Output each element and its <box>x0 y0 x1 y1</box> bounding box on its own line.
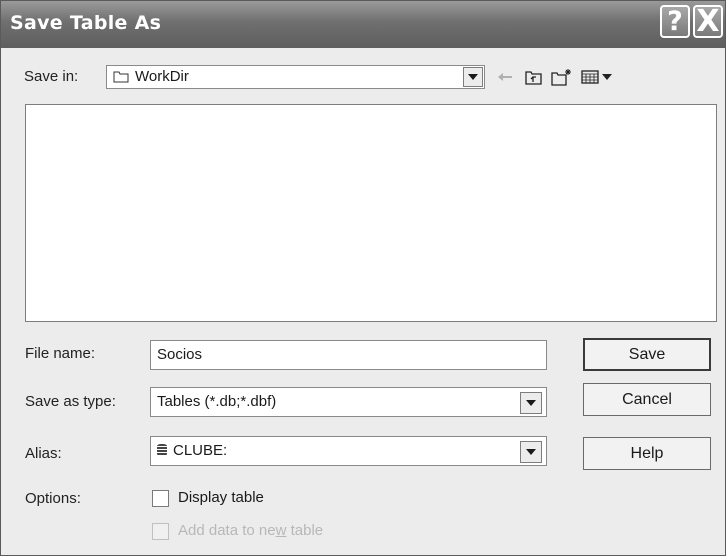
file-name-label: File name: <box>25 345 96 362</box>
save-as-type-label: Save as type: <box>25 393 116 410</box>
chevron-down-icon[interactable] <box>520 441 542 463</box>
title-bar[interactable]: Save Table As ? X <box>1 1 725 48</box>
display-table-checkbox[interactable] <box>152 490 169 507</box>
back-arrow-icon[interactable] <box>496 67 514 87</box>
file-name-value: Socios <box>157 346 203 363</box>
help-button[interactable]: Help <box>583 437 711 470</box>
save-in-value: WorkDir <box>135 68 189 85</box>
save-in-dropdown[interactable]: WorkDir <box>106 65 485 89</box>
close-button[interactable]: X <box>693 4 723 39</box>
view-menu-icon[interactable] <box>580 67 616 87</box>
options-label: Options: <box>25 490 81 507</box>
help-title-button[interactable]: ? <box>660 5 690 38</box>
close-icon: X <box>696 4 720 39</box>
up-one-level-icon[interactable] <box>523 67 545 87</box>
save-button[interactable]: Save <box>583 338 711 371</box>
save-table-dialog: Save Table As ? X Save in: WorkDir File … <box>0 0 726 556</box>
file-name-input[interactable]: Socios <box>150 340 547 370</box>
new-folder-icon[interactable] <box>550 67 574 87</box>
dialog-title: Save Table As <box>10 12 162 34</box>
save-as-type-dropdown[interactable]: Tables (*.db;*.dbf) <box>150 387 547 417</box>
database-icon <box>157 444 167 456</box>
folder-icon <box>113 71 129 83</box>
alias-label: Alias: <box>25 445 62 462</box>
file-list[interactable] <box>25 104 717 322</box>
question-icon: ? <box>667 6 683 37</box>
save-in-label: Save in: <box>24 68 79 85</box>
alias-dropdown[interactable]: CLUBE: <box>150 436 547 466</box>
chevron-down-icon[interactable] <box>520 392 542 414</box>
display-table-label[interactable]: Display table <box>178 489 264 506</box>
cancel-button[interactable]: Cancel <box>583 383 711 416</box>
save-as-type-value: Tables (*.db;*.dbf) <box>157 393 277 410</box>
alias-value: CLUBE: <box>173 442 228 459</box>
chevron-down-icon[interactable] <box>463 67 483 87</box>
add-data-label: Add data to new table <box>178 522 324 539</box>
add-data-checkbox[interactable] <box>152 523 169 540</box>
